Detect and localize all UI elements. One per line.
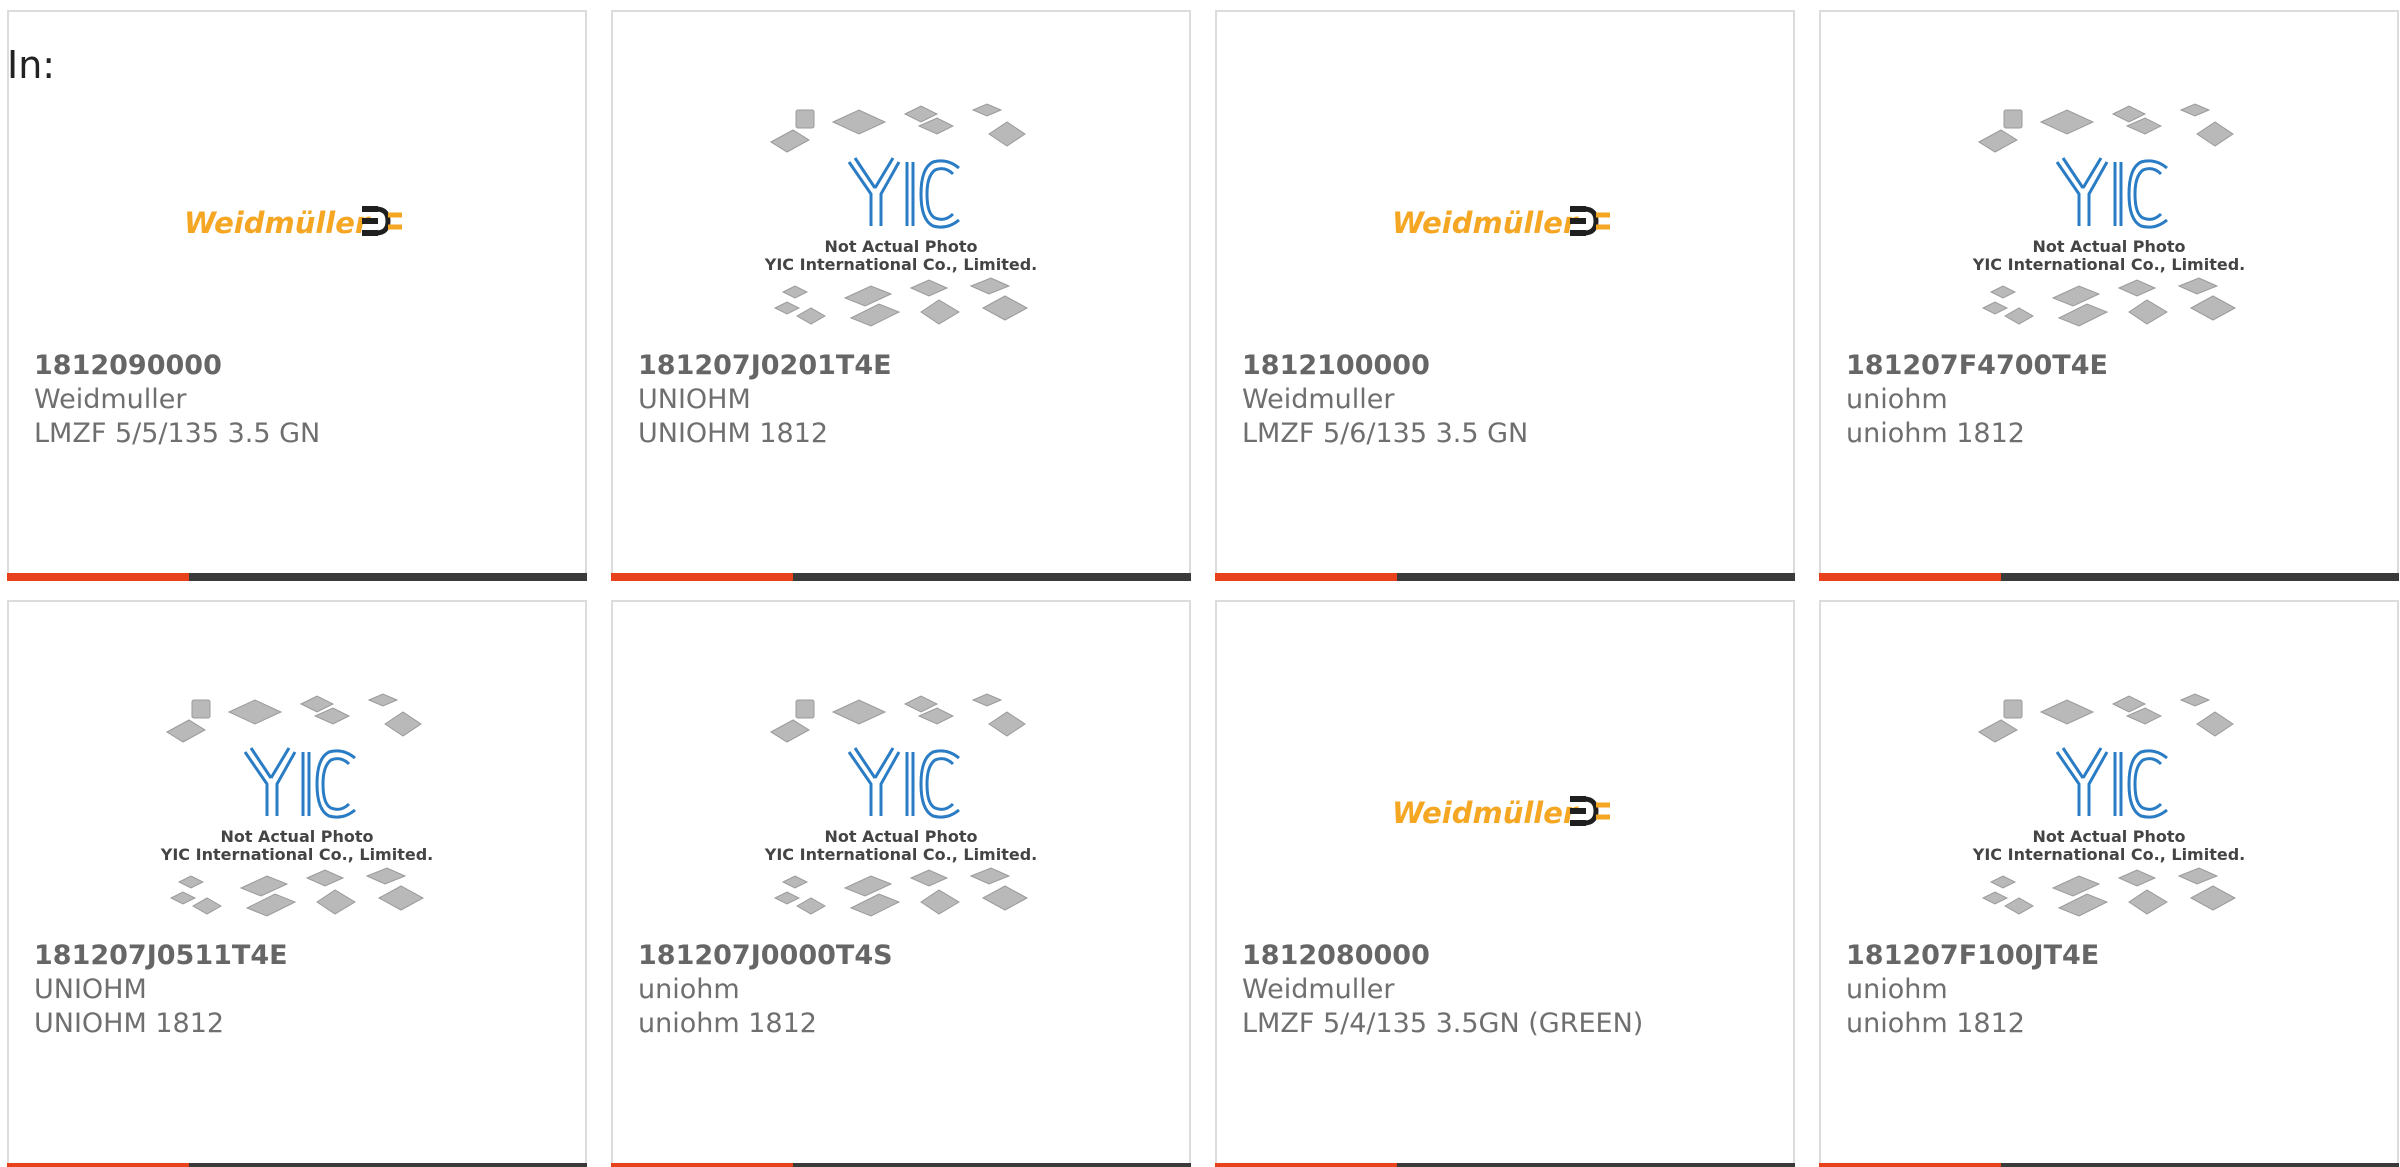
part-number-link[interactable]: 1812080000 [1242,939,1783,973]
card-accent-bar [1215,1163,1397,1167]
yic-logo-icon [243,747,356,819]
description: LMZF 5/6/135 3.5 GN [1242,418,1529,449]
manufacturer: UNIOHM [34,974,147,1005]
weidmuller-logo: Weidmüller [1392,206,1610,240]
svg-text:Weidmüller: Weidmüller [1392,206,1579,240]
description: LMZF 5/5/135 3.5 GN [34,418,321,449]
product-info: 181207J0000T4S uniohm uniohm 1812 [638,939,1179,1041]
card-accent-bar [1215,573,1397,581]
yic-logo-icon [847,157,960,229]
svg-text:Not Actual Photo: Not Actual Photo [2032,237,2185,256]
part-number-link[interactable]: 181207J0000T4S [638,939,1179,973]
card-bottom-bar [1819,573,2399,581]
product-image[interactable]: Weidmüller [1217,92,1793,352]
product-grid: Weidmüller 1812090000 Weidmuller LMZF 5/5/… [7,10,2399,1167]
description: LMZF 5/4/135 3.5GN (GREEN) [1242,1008,1644,1039]
description: uniohm 1812 [1846,1008,2025,1039]
part-number-link[interactable]: 181207F4700T4E [1846,349,2387,383]
svg-text:Weidmüller: Weidmüller [184,206,371,240]
product-image[interactable]: Not Actual Photo YIC International Co., … [1821,92,2397,352]
product-image[interactable]: Weidmüller [1217,682,1793,942]
not-actual-photo-placeholder: Not Actual Photo YIC International Co., … [1972,693,2245,917]
description: uniohm 1812 [638,1008,817,1039]
svg-text:YIC International Co., Limited: YIC International Co., Limited. [764,255,1037,274]
not-actual-photo-placeholder: Not Actual Photo YIC International Co., … [764,103,1037,327]
svg-text:Not Actual Photo: Not Actual Photo [220,827,373,846]
manufacturer: UNIOHM [638,384,751,415]
product-info: 181207J0201T4E UNIOHM UNIOHM 1812 [638,349,1179,451]
card-accent-bar [7,573,189,581]
card-bottom-bar [611,1163,1191,1167]
manufacturer: Weidmuller [34,384,187,415]
weidmuller-logo: Weidmüller [1392,796,1610,830]
yic-logo-icon [2055,747,2168,819]
manufacturer: uniohm [1846,384,1948,415]
product-image[interactable]: Not Actual Photo YIC International Co., … [1821,682,2397,942]
product-card[interactable]: Not Actual Photo YIC International Co., … [1819,10,2399,581]
svg-text:YIC International Co., Limited: YIC International Co., Limited. [764,845,1037,864]
product-info: 1812080000 Weidmuller LMZF 5/4/135 3.5GN (… [1242,939,1783,1041]
product-info: 1812100000 Weidmuller LMZF 5/6/135 3.5 GN [1242,349,1783,451]
part-number-link[interactable]: 181207J0511T4E [34,939,575,973]
card-accent-bar [7,1163,189,1167]
card-accent-bar [611,1163,793,1167]
in-label: In: [7,43,56,87]
manufacturer: Weidmuller [1242,974,1395,1005]
product-image[interactable]: Weidmüller [9,92,585,352]
yic-logo-icon [2055,157,2168,229]
card-accent-bar [1819,573,2001,581]
product-card[interactable]: Weidmüller 1812100000 Weidmuller LMZF 5/6/… [1215,10,1795,581]
not-actual-photo-placeholder: Not Actual Photo YIC International Co., … [764,693,1037,917]
card-accent-bar [611,573,793,581]
description: uniohm 1812 [1846,418,2025,449]
part-number-link[interactable]: 181207J0201T4E [638,349,1179,383]
manufacturer: uniohm [638,974,740,1005]
svg-text:Not Actual Photo: Not Actual Photo [824,237,977,256]
product-image[interactable]: Not Actual Photo YIC International Co., … [9,682,585,942]
part-number-link[interactable]: 181207F100JT4E [1846,939,2387,973]
description: UNIOHM 1812 [34,1008,225,1039]
product-card[interactable]: Not Actual Photo YIC International Co., … [611,10,1191,581]
svg-text:YIC International Co., Limited: YIC International Co., Limited. [1972,255,2245,274]
card-bottom-bar [7,1163,587,1167]
svg-text:YIC International Co., Limited: YIC International Co., Limited. [1972,845,2245,864]
card-bottom-bar [1215,1163,1795,1167]
card-bottom-bar [1215,573,1795,581]
card-bottom-bar [7,573,587,581]
page: In: Weidmüller 1812090000 Weidmuller LMZF … [0,0,2400,1167]
product-image[interactable]: Not Actual Photo YIC International Co., … [613,92,1189,352]
product-info: 1812090000 Weidmuller LMZF 5/5/135 3.5 GN [34,349,575,451]
not-actual-photo-placeholder: Not Actual Photo YIC International Co., … [1972,103,2245,327]
product-info: 181207F4700T4E uniohm uniohm 1812 [1846,349,2387,451]
svg-text:Weidmüller: Weidmüller [1392,796,1579,830]
product-info: 181207J0511T4E UNIOHM UNIOHM 1812 [34,939,575,1041]
product-info: 181207F100JT4E uniohm uniohm 1812 [1846,939,2387,1041]
not-actual-photo-placeholder: Not Actual Photo YIC International Co., … [160,693,433,917]
card-accent-bar [1819,1163,2001,1167]
manufacturer: uniohm [1846,974,1948,1005]
part-number-link[interactable]: 1812090000 [34,349,575,383]
product-image[interactable]: Not Actual Photo YIC International Co., … [613,682,1189,942]
yic-logo-icon [847,747,960,819]
manufacturer: Weidmuller [1242,384,1395,415]
product-card[interactable]: Not Actual Photo YIC International Co., … [1819,600,2399,1167]
svg-text:Not Actual Photo: Not Actual Photo [824,827,977,846]
svg-text:Not Actual Photo: Not Actual Photo [2032,827,2185,846]
description: UNIOHM 1812 [638,418,829,449]
card-bottom-bar [611,573,1191,581]
product-card[interactable]: Not Actual Photo YIC International Co., … [611,600,1191,1167]
card-bottom-bar [1819,1163,2399,1167]
product-card[interactable]: Weidmüller 1812090000 Weidmuller LMZF 5/5/… [7,10,587,581]
svg-text:YIC International Co., Limited: YIC International Co., Limited. [160,845,433,864]
weidmuller-logo: Weidmüller [184,206,402,240]
part-number-link[interactable]: 1812100000 [1242,349,1783,383]
product-card[interactable]: Not Actual Photo YIC International Co., … [7,600,587,1167]
product-card[interactable]: Weidmüller 1812080000 Weidmuller LMZF 5/4/… [1215,600,1795,1167]
